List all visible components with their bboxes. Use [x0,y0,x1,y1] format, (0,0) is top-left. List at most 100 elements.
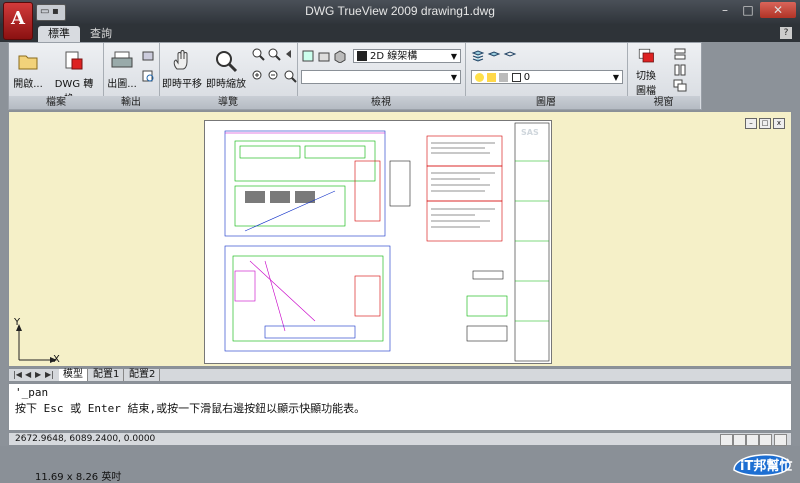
layer-thaw-icon [487,72,497,82]
view-iso-icon[interactable] [333,49,347,63]
showmotion-button[interactable] [759,434,772,446]
first-tab-icon[interactable]: |◀ [13,370,22,379]
title-block-logo: SAS [521,128,539,137]
pan-label: 即時平移 [162,79,202,90]
layer-panel-label: 圖層 [465,96,627,109]
layer-on-icon [475,72,484,82]
watermark-text: iT邦幫忙 [740,458,792,474]
output-panel-label: 輸出 [103,96,159,109]
tab-query[interactable]: 查詢 [80,26,122,42]
navigate-panel: 即時平移 即時縮放 導覽 [159,43,298,109]
plot-preview-icon[interactable] [141,69,155,83]
ribbon-tab-row: 標準 查詢 ? [0,24,800,42]
lower-plan-room [234,270,256,302]
upper-plan-hatch [270,191,290,203]
window-controls: – □ ✕ [713,2,796,18]
switch-drawings-button[interactable]: 切換 圖檔 [629,47,663,97]
layer-isolate-icon[interactable] [503,49,517,63]
steering-wheel-button[interactable] [746,434,759,446]
zoom-label: 即時縮放 [206,79,246,90]
detail-drawing [472,270,504,280]
convert-icon [65,51,83,70]
named-views-dropdown[interactable]: ▼ [301,70,461,84]
zoom-all-icon[interactable] [283,69,297,83]
chevron-down-icon: ▼ [612,73,619,82]
application-menu-button[interactable]: A [3,2,33,40]
tile-horizontal-icon[interactable] [673,47,687,61]
view-panel: 2D 線架構 ▼ ▼ 檢視 [297,43,466,109]
help-button[interactable]: ? [780,27,792,39]
detail-drawing [466,295,508,317]
layout-tab-bar: |◀ ◀ ▶ ▶| 模型 配置1 配置2 [8,368,792,382]
drawing-sheet: SAS [204,120,552,364]
plot-button[interactable]: 出圖... [105,49,139,90]
elevation-detail [389,160,411,207]
tray-settings-button[interactable] [774,434,787,446]
lower-plan-diagonal [249,260,316,322]
zoom-status-button[interactable] [733,434,746,446]
command-prompt-line: 按下 Esc 或 Enter 結束,或按一下滑鼠右邊按鈕以顯示快顯功能表。 [15,402,366,415]
close-button[interactable]: ✕ [760,2,796,18]
ucs-x-label: X [53,354,60,365]
next-tab-icon[interactable]: ▶ [35,370,41,379]
batch-plot-icon[interactable] [141,49,155,63]
command-history-line: '_pan [15,386,49,399]
close-viewport-button[interactable]: x [773,118,785,129]
visual-style-dropdown[interactable]: 2D 線架構 ▼ [353,49,461,63]
zoom-in-icon[interactable] [251,69,265,83]
zoom-window-icon[interactable] [251,47,265,61]
layer-properties-icon[interactable] [471,49,485,63]
view-front-icon[interactable] [317,49,331,63]
page-bar: 11.69 x 8.26 英吋 [0,446,800,483]
plot-label: 出圖... [107,79,137,90]
coordinates-readout: 2672.9648, 6089.2400, 0.0000 [15,434,156,444]
ribbon: 開啟... DWG 轉換... 檔案 出圖... 輸出 即時平移 [8,42,702,110]
realtime-pan-button[interactable]: 即時平移 [161,49,203,90]
pan-status-button[interactable] [720,434,733,446]
zoom-out-icon[interactable] [267,69,281,83]
zoom-extents-icon[interactable] [267,47,281,61]
app-window: ▭ ▪ DWG TrueView 2009 drawing1.dwg – □ ✕ A… [0,0,800,483]
tab-layout1[interactable]: 配置1 [89,369,125,381]
zoom-magnifier-icon [216,51,238,73]
notes-box-middle [426,165,503,202]
open-label: 開啟... [13,79,43,90]
page-size-label: 11.69 x 8.26 英吋 [35,472,122,483]
layer-panel: 0 ▼ 圖層 [465,43,628,109]
tab-layout2[interactable]: 配置2 [125,369,161,381]
chevron-down-icon: ▼ [450,52,457,61]
ucs-y-label: Y [14,317,21,328]
maximize-viewport-button[interactable]: □ [759,118,771,129]
realtime-zoom-button[interactable]: 即時縮放 [205,49,247,90]
cascade-icon[interactable] [673,79,687,93]
upper-plan-hatch [245,191,265,203]
tab-model[interactable]: 模型 [59,369,88,381]
notes-box-top [426,135,503,167]
open-button[interactable]: 開啟... [11,49,45,90]
title-block [514,122,550,362]
layer-state-icon[interactable] [487,49,501,63]
layer-color-swatch [511,72,521,82]
layer-value: 0 [523,72,531,83]
minimize-button[interactable]: – [714,2,736,18]
layer-dropdown[interactable]: 0 ▼ [471,70,623,84]
upper-plan-room [239,145,301,159]
restore-viewport-button[interactable]: – [745,118,757,129]
switch-windows-icon [638,48,654,63]
tile-vertical-icon[interactable] [673,63,687,77]
detail-drawing [466,325,508,342]
lower-plan-red-block [354,275,381,317]
maximize-button[interactable]: □ [737,2,759,18]
window-title: DWG TrueView 2009 drawing1.dwg [305,4,495,18]
view-top-icon[interactable] [301,49,315,63]
last-tab-icon[interactable]: ▶| [45,370,54,379]
view-panel-label: 檢視 [297,96,465,109]
drawing-canvas[interactable]: – □ x SAS Y X [8,111,792,367]
zoom-previous-icon[interactable] [283,47,297,61]
prev-tab-icon[interactable]: ◀ [25,370,31,379]
tab-standard[interactable]: 標準 [38,26,80,42]
window-panel: 切換 圖檔 視窗 [627,43,700,109]
output-panel: 出圖... 輸出 [103,43,160,109]
command-window[interactable]: '_pan 按下 Esc 或 Enter 結束,或按一下滑鼠右邊按鈕以顯示快顯功… [8,383,792,431]
file-panel: 開啟... DWG 轉換... 檔案 [9,43,104,109]
